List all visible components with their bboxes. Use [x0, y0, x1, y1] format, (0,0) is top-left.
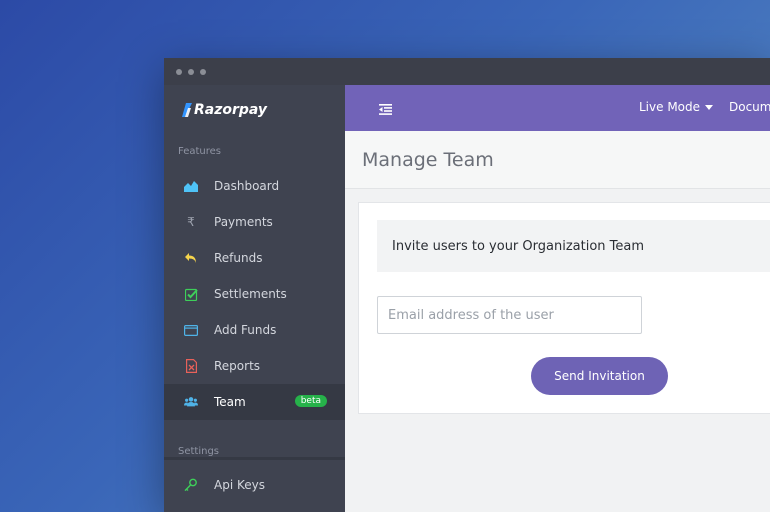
settings-section-label: Settings — [178, 446, 220, 457]
sidebar-item-label: Settlements — [214, 287, 287, 301]
area-chart-icon — [184, 179, 198, 193]
beta-badge: beta — [294, 395, 327, 407]
undo-arrow-icon — [184, 251, 198, 265]
invite-card: Invite users to your Organization Team S… — [358, 202, 770, 414]
sidebar: Razorpay Features Dashboard ₹ Payments R… — [164, 85, 345, 512]
sidebar-item-label: Payments — [214, 215, 273, 229]
sidebar-item-add-funds[interactable]: Add Funds — [164, 312, 345, 348]
email-input[interactable] — [377, 296, 642, 334]
page-header: Manage Team — [345, 131, 770, 189]
window-maximize-dot[interactable] — [200, 68, 206, 75]
key-icon — [184, 478, 198, 492]
sidebar-item-label: Team — [214, 395, 246, 409]
documentation-link[interactable]: Docume — [729, 100, 770, 114]
window-titlebar — [164, 58, 770, 85]
sidebar-item-dashboard[interactable]: Dashboard — [164, 168, 345, 204]
invite-card-header: Invite users to your Organization Team — [377, 220, 770, 272]
send-invitation-button[interactable]: Send Invitation — [531, 357, 668, 395]
sidebar-item-label: Add Funds — [214, 323, 277, 337]
razorpay-logo-icon — [182, 103, 192, 117]
sidebar-divider — [164, 457, 345, 460]
excel-file-icon — [184, 359, 198, 373]
caret-down-icon — [704, 105, 713, 110]
live-mode-dropdown[interactable]: Live Mode — [639, 100, 713, 114]
page-title: Manage Team — [362, 149, 494, 171]
sidebar-item-label: Reports — [214, 359, 261, 373]
top-navbar: Live Mode Docume — [345, 85, 770, 131]
window-close-dot[interactable] — [176, 68, 182, 75]
sidebar-item-refunds[interactable]: Refunds — [164, 240, 345, 276]
sidebar-item-label: Refunds — [214, 251, 263, 265]
main-content: Manage Team Invite users to your Organiz… — [345, 131, 770, 512]
sidebar-item-payments[interactable]: ₹ Payments — [164, 204, 345, 240]
window-minimize-dot[interactable] — [188, 68, 194, 75]
sidebar-item-settlements[interactable]: Settlements — [164, 276, 345, 312]
wallet-icon — [184, 323, 198, 337]
checkbox-icon — [184, 287, 198, 301]
sidebar-item-api-keys[interactable]: Api Keys — [164, 467, 345, 503]
app-window: Razorpay Features Dashboard ₹ Payments R… — [164, 58, 770, 512]
rupee-icon: ₹ — [187, 215, 195, 229]
sidebar-item-label: Api Keys — [214, 478, 265, 492]
sidebar-item-team[interactable]: Team beta — [164, 384, 345, 420]
razorpay-logo[interactable]: Razorpay — [182, 99, 267, 121]
sidebar-item-label: Dashboard — [214, 179, 280, 193]
sidebar-item-reports[interactable]: Reports — [164, 348, 345, 384]
live-mode-label: Live Mode — [639, 100, 701, 114]
users-icon — [184, 395, 198, 409]
features-section-label: Features — [178, 146, 221, 157]
brand-name: Razorpay — [194, 102, 268, 118]
menu-collapse-icon[interactable] — [379, 100, 392, 119]
